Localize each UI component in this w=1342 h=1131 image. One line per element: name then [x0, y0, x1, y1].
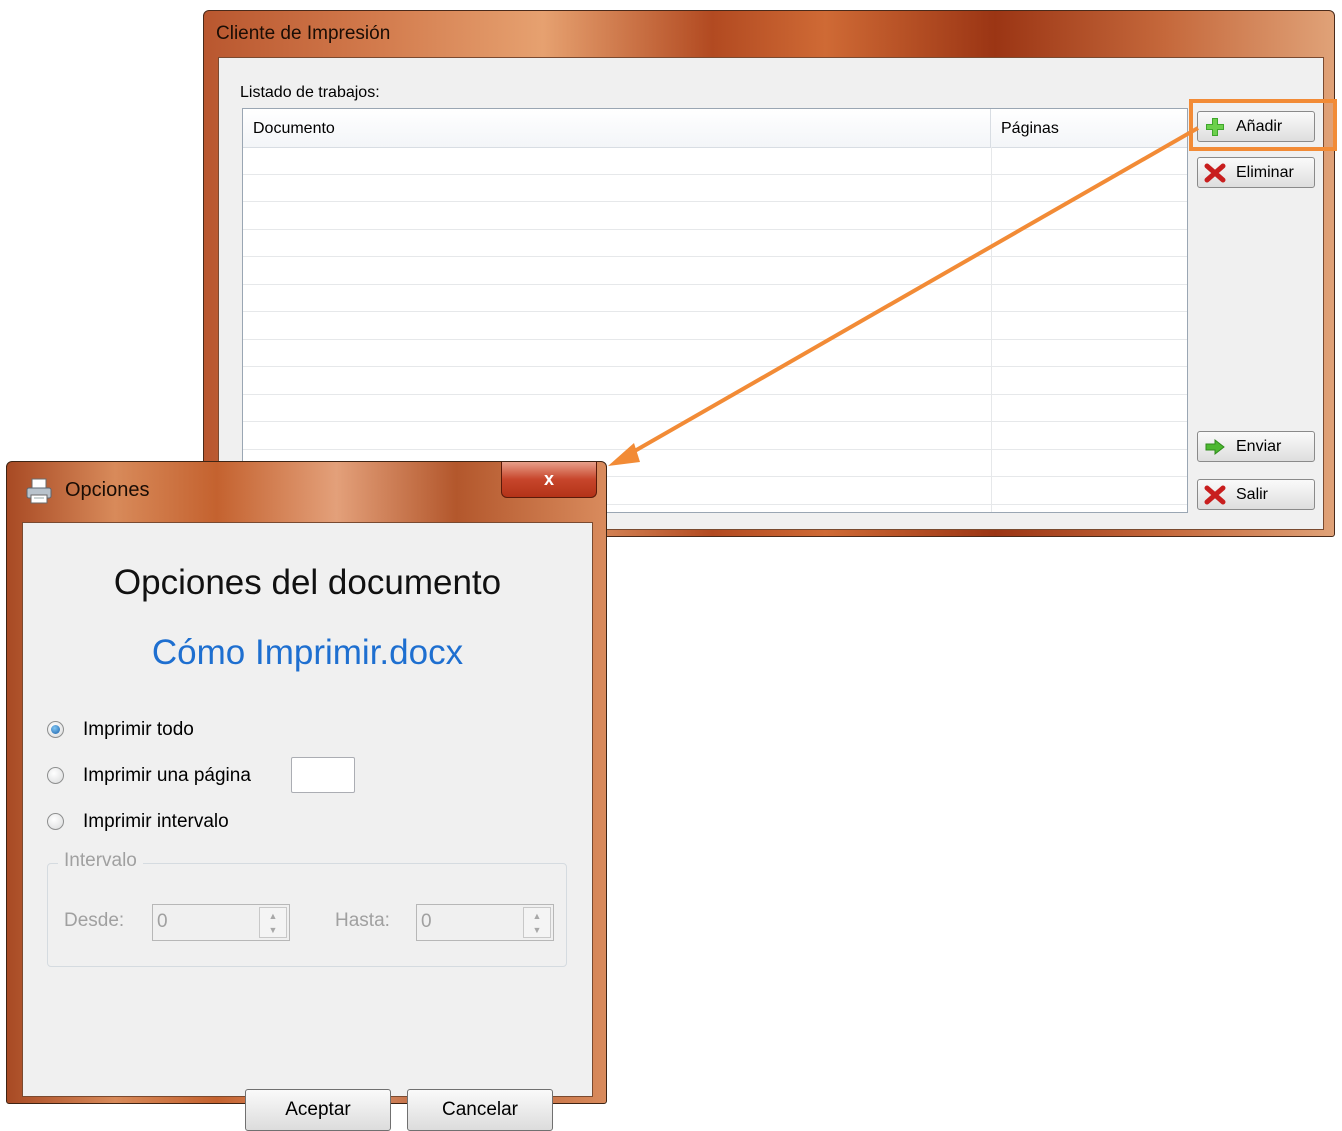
options-dialog: Opciones x Opciones del documento Cómo I… [6, 461, 607, 1131]
radio-print-page-label: Imprimir una página [83, 765, 251, 786]
radio-button[interactable] [47, 767, 64, 784]
from-value: 0 [157, 911, 168, 932]
radio-print-range-label: Imprimir intervalo [83, 811, 229, 832]
to-value: 0 [421, 911, 432, 932]
close-button[interactable]: x [501, 462, 597, 498]
dialog-client-area: Opciones del documento Cómo Imprimir.doc… [22, 522, 593, 1131]
radio-button[interactable] [47, 813, 64, 830]
to-label: Hasta: [335, 910, 390, 931]
to-stepper-arrows: ▲ ▼ [523, 907, 551, 938]
accept-button[interactable]: Aceptar [245, 1089, 391, 1131]
document-filename: Cómo Imprimir.docx [151, 633, 464, 672]
radio-print-all-label: Imprimir todo [83, 719, 194, 740]
down-arrow-icon: ▼ [532, 925, 542, 935]
interval-group: Intervalo Desde: 0 ▲ ▼ Hasta: 0 ▲ ▼ [47, 850, 567, 967]
radio-button-selected[interactable] [47, 721, 64, 738]
up-arrow-icon: ▲ [532, 911, 542, 921]
down-arrow-icon: ▼ [268, 925, 278, 935]
up-arrow-icon: ▲ [268, 911, 278, 921]
from-stepper-arrows: ▲ ▼ [259, 907, 287, 938]
printer-icon [26, 478, 52, 504]
from-label: Desde: [64, 910, 125, 931]
page-number-input[interactable] [291, 757, 355, 793]
cancel-button[interactable]: Cancelar [407, 1089, 553, 1131]
interval-legend: Intervalo [58, 850, 143, 872]
dialog-title: Opciones [65, 479, 150, 501]
dialog-heading: Opciones del documento [113, 563, 502, 602]
to-stepper: 0 ▲ ▼ [416, 904, 554, 941]
from-stepper: 0 ▲ ▼ [152, 904, 290, 941]
